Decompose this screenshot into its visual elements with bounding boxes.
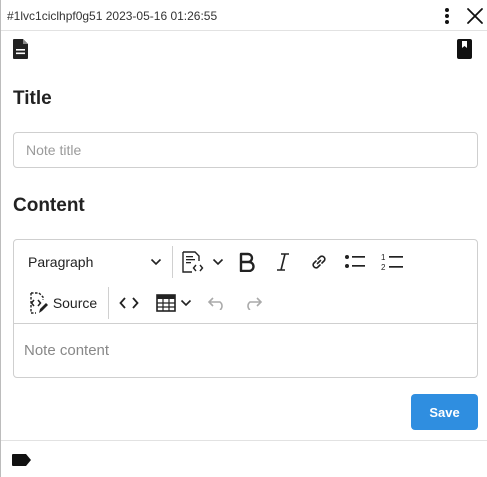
title-heading: Title [13,88,52,109]
heading-select-value: Paragraph [28,254,94,270]
undo-button[interactable] [202,287,232,319]
code-button[interactable] [114,287,144,319]
italic-icon [275,252,291,272]
rich-text-editor: Paragraph 1 2 Source Note content [13,239,478,378]
source-button-label: Source [52,295,98,311]
footer-bar [1,440,487,477]
heading-select[interactable]: Paragraph [20,246,168,278]
toolbar-divider [172,246,173,278]
notebook-icon[interactable] [456,38,473,60]
code-icon [119,296,139,310]
table-icon [156,294,176,312]
note-title-input[interactable] [13,132,478,168]
close-icon[interactable] [465,6,485,26]
svg-text:1: 1 [381,253,386,262]
undo-icon [207,296,227,310]
chevron-down-icon [212,258,224,266]
redo-icon [243,296,263,310]
note-editor-window: #1lvc1ciclhpf0g51 2023-05-16 01:26:55 Ti… [0,0,487,477]
numbered-list-button[interactable]: 12 [376,246,408,278]
more-vertical-icon[interactable] [439,6,455,26]
bold-icon [238,252,256,272]
insert-template-button[interactable] [178,246,226,278]
bulleted-list-icon [344,253,366,271]
note-content-area[interactable]: Note content [24,342,109,359]
link-icon [309,252,329,272]
bulleted-list-button[interactable] [340,246,370,278]
bold-button[interactable] [232,246,262,278]
editor-toolbar: Paragraph 1 2 Source [14,240,477,324]
italic-button[interactable] [268,246,298,278]
chevron-down-icon [150,258,162,266]
template-icon [180,250,206,274]
source-editing-icon [27,291,49,315]
insert-table-button[interactable] [150,287,198,319]
svg-text:2: 2 [381,263,386,272]
redo-button[interactable] [238,287,268,319]
note-id-timestamp: #1lvc1ciclhpf0g51 2023-05-16 01:26:55 [7,9,218,23]
content-heading: Content [13,195,85,216]
chevron-down-icon [180,299,192,307]
link-button[interactable] [304,246,334,278]
save-button[interactable]: Save [411,394,478,430]
tag-icon[interactable] [11,453,33,467]
title-bar: #1lvc1ciclhpf0g51 2023-05-16 01:26:55 [1,0,487,31]
source-button[interactable]: Source [20,287,104,319]
note-file-icon [12,38,30,60]
toolbar-divider [108,287,109,319]
numbered-list-icon: 12 [380,252,404,272]
